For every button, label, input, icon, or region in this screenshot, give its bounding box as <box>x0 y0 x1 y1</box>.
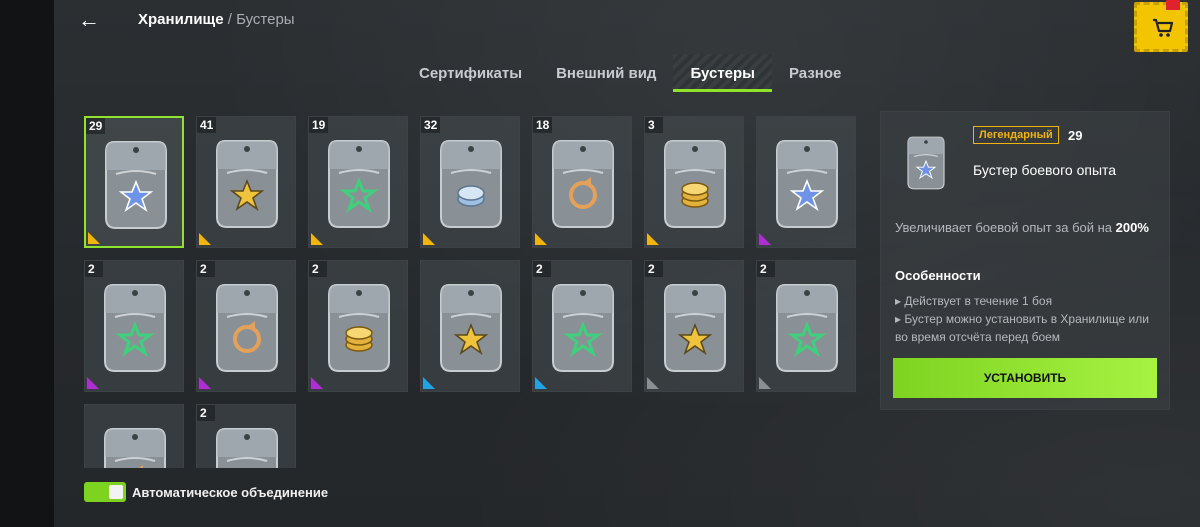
tab-bar: Сертификаты Внешний вид Бустеры Разное <box>402 54 858 92</box>
booster-credits-icon <box>440 284 502 372</box>
rarity-corner-icon <box>88 232 100 244</box>
install-button[interactable]: УСТАНОВИТЬ <box>893 358 1157 398</box>
booster-card-repair[interactable]: 2 <box>196 260 296 392</box>
booster-crew-icon <box>328 140 390 228</box>
booster-title: Бустер боевого опыта <box>973 162 1117 178</box>
booster-grid: 29 41 19 32 18 3 2 2 2 2 2 2 2 <box>84 116 859 468</box>
booster-gold-icon <box>664 140 726 228</box>
description-text: Увеличивает боевой опыт за бой на <box>895 220 1116 235</box>
rarity-corner-icon <box>647 233 659 245</box>
page-title: Хранилище <box>138 11 224 28</box>
booster-card-free[interactable]: 32 <box>420 116 520 248</box>
booster-card-free[interactable]: 2 <box>196 404 296 468</box>
toggle-knob <box>109 485 123 499</box>
booster-card-xp[interactable] <box>756 116 856 248</box>
booster-card-crew[interactable]: 2 <box>532 260 632 392</box>
back-arrow-icon[interactable]: ← <box>78 8 102 32</box>
feature-item: Бустер можно установить в Хранилище или … <box>895 310 1165 346</box>
rarity-corner-icon <box>759 377 771 389</box>
booster-repair-icon <box>552 140 614 228</box>
rarity-corner-icon <box>199 377 211 389</box>
booster-card-crew[interactable]: 2 <box>84 260 184 392</box>
features-heading: Особенности <box>895 268 981 283</box>
rarity-corner-icon <box>199 233 211 245</box>
booster-repair-icon <box>104 428 166 468</box>
rarity-corner-icon <box>535 233 547 245</box>
booster-card-crew[interactable]: 2 <box>756 260 856 392</box>
auto-merge-label: Автоматическое объединение <box>132 485 329 500</box>
page-subtitle: Бустеры <box>236 11 295 28</box>
booster-free-icon <box>440 140 502 228</box>
shop-notification-badge <box>1166 0 1180 10</box>
booster-credits-icon <box>216 140 278 228</box>
feature-item: Действует в течение 1 боя <box>895 292 1165 310</box>
breadcrumb: Хранилище / Бустеры <box>138 11 295 28</box>
rarity-badge: Легендарный <box>973 126 1059 144</box>
left-edge <box>0 0 54 527</box>
booster-card-gold[interactable]: 3 <box>644 116 744 248</box>
booster-crew-icon <box>776 284 838 372</box>
booster-credits-icon <box>664 284 726 372</box>
booster-card-repair[interactable] <box>84 404 184 468</box>
booster-card-credits[interactable]: 41 <box>196 116 296 248</box>
booster-crew-icon <box>552 284 614 372</box>
booster-card-repair[interactable]: 18 <box>532 116 632 248</box>
tab-misc[interactable]: Разное <box>772 54 858 92</box>
rarity-corner-icon <box>311 233 323 245</box>
tab-boosters[interactable]: Бустеры <box>673 54 772 92</box>
rarity-corner-icon <box>87 377 99 389</box>
shop-button[interactable] <box>1134 2 1188 52</box>
cart-icon <box>1153 18 1174 37</box>
booster-repair-icon <box>216 284 278 372</box>
booster-xp-icon <box>105 141 167 229</box>
rarity-corner-icon <box>423 233 435 245</box>
booster-free-icon <box>216 428 278 468</box>
booster-card-credits[interactable]: 2 <box>644 260 744 392</box>
rarity-corner-icon <box>535 377 547 389</box>
features-list: Действует в течение 1 боя Бустер можно у… <box>895 292 1165 346</box>
rarity-corner-icon <box>759 233 771 245</box>
rarity-corner-icon <box>647 377 659 389</box>
description-value: 200% <box>1115 220 1149 235</box>
booster-card-xp[interactable]: 29 <box>84 116 184 248</box>
booster-card-credits[interactable] <box>420 260 520 392</box>
booster-card-crew[interactable]: 19 <box>308 116 408 248</box>
tab-appearance[interactable]: Внешний вид <box>539 54 673 92</box>
booster-description: Увеличивает боевой опыт за бой на 200% <box>895 220 1149 235</box>
auto-merge-toggle[interactable] <box>84 482 126 502</box>
booster-card-gold[interactable]: 2 <box>308 260 408 392</box>
booster-xp-icon <box>776 140 838 228</box>
booster-crew-icon <box>104 284 166 372</box>
booster-gold-icon <box>328 284 390 372</box>
tab-certificates[interactable]: Сертификаты <box>402 54 539 92</box>
rarity-corner-icon <box>423 377 435 389</box>
booster-tag-icon <box>907 136 945 190</box>
rarity-corner-icon <box>311 377 323 389</box>
detail-count: 29 <box>1068 128 1083 143</box>
breadcrumb-separator: / <box>227 11 232 28</box>
